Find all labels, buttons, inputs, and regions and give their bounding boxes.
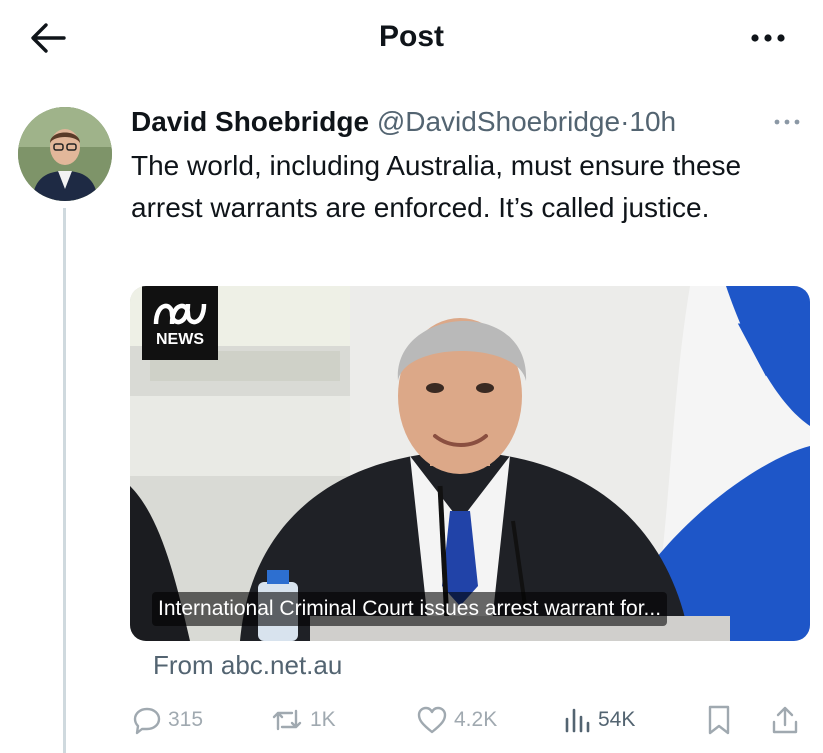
separator: · xyxy=(620,106,630,137)
abc-logo-text: NEWS xyxy=(156,331,204,348)
author-name[interactable]: David Shoebridge xyxy=(131,106,369,137)
views-icon xyxy=(565,708,590,733)
reply-count: 315 xyxy=(168,708,204,731)
top-bar: Post xyxy=(0,0,823,80)
link-card[interactable]: NEWS International Criminal Court issues… xyxy=(130,286,810,641)
post-text: The world, including Australia, must ens… xyxy=(131,150,742,223)
more-options-button[interactable] xyxy=(743,20,793,56)
abc-logo-icon xyxy=(153,303,207,325)
like-icon xyxy=(417,706,447,734)
thread-line xyxy=(63,208,66,753)
reply-icon xyxy=(133,707,161,735)
share-icon xyxy=(772,706,798,734)
card-headline: International Criminal Court issues arre… xyxy=(152,592,668,626)
like-count: 4.2K xyxy=(454,708,498,731)
post-time[interactable]: 10h xyxy=(629,106,676,137)
more-icon xyxy=(751,34,785,42)
avatar[interactable] xyxy=(18,107,112,201)
post-actions: 315 1K 4.2K 54K xyxy=(130,700,810,740)
author-handle[interactable]: @DavidShoebridge xyxy=(377,106,620,137)
like-button[interactable]: 4.2K xyxy=(416,700,497,740)
bookmark-icon xyxy=(708,705,730,735)
author-row: David Shoebridge @DavidShoebridge·10h xyxy=(131,102,676,142)
card-image xyxy=(130,286,810,641)
share-button[interactable] xyxy=(770,700,800,740)
abc-news-logo: NEWS xyxy=(142,286,218,360)
repost-button[interactable]: 1K xyxy=(270,700,336,740)
more-icon xyxy=(774,119,800,125)
repost-count: 1K xyxy=(310,708,336,731)
views-count: 54K xyxy=(598,708,636,731)
reply-button[interactable]: 315 xyxy=(132,700,203,740)
repost-icon xyxy=(272,709,302,731)
post-more-button[interactable] xyxy=(769,112,805,132)
views-button[interactable]: 54K xyxy=(562,700,635,740)
page-title: Post xyxy=(378,20,444,53)
bookmark-button[interactable] xyxy=(705,700,733,740)
card-source[interactable]: From abc.net.au xyxy=(153,650,342,681)
